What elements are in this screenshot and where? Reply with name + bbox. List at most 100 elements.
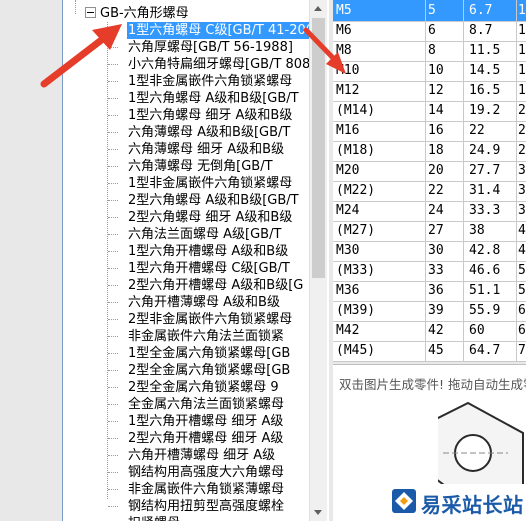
tree-item[interactable]: 非金属嵌件六角法兰面锁紧	[127, 328, 284, 345]
table-cell: 10	[518, 23, 526, 38]
table-row[interactable]: (M45)4564.770	[333, 340, 526, 362]
tree-item[interactable]: 1型六角螺母 C级[GB/T 41-2000]	[127, 22, 309, 39]
table-row[interactable]: M668.710	[333, 20, 526, 42]
table-cell: 33	[426, 260, 464, 281]
table-cell: 64.7	[464, 340, 517, 361]
tree-item[interactable]: 2型六角开槽螺母 A级和B级[G	[127, 277, 303, 294]
scroll-up-button[interactable]	[310, 0, 327, 17]
site-logo-icon	[392, 489, 416, 513]
table-row[interactable]: M8811.514	[333, 40, 526, 62]
table-row[interactable]: (M14)1419.222	[333, 100, 526, 122]
tree-guide-line	[108, 489, 118, 490]
table-row[interactable]: M121216.519	[333, 80, 526, 102]
table-cell: (M39)	[333, 300, 426, 321]
table-cell: 55	[518, 283, 526, 298]
table-row[interactable]: (M27)273841	[333, 220, 526, 242]
tree-item[interactable]: 2型非金属嵌件六角锁紧螺母	[127, 311, 292, 328]
tree-guide-line	[108, 98, 118, 99]
tree-node-gb-hex-nut[interactable]: GB-六角形螺母	[85, 5, 189, 22]
tree-guide-line	[108, 472, 118, 473]
tree-guide-line	[108, 387, 118, 388]
tree-item[interactable]: 非金属嵌件六角锁紧薄螺母	[127, 481, 284, 498]
tree-item[interactable]: 六角开槽薄螺母 细牙 A级	[127, 447, 275, 464]
table-row[interactable]: (M33)3346.650	[333, 260, 526, 282]
scroll-down-button[interactable]	[310, 504, 327, 521]
table-cell: 14	[518, 43, 526, 58]
table-row[interactable]: M363651.155	[333, 280, 526, 302]
tree-guide-line	[108, 268, 118, 269]
tree-item[interactable]: 六角薄螺母 细牙 A级和B级	[127, 141, 284, 158]
table-cell: 24	[518, 123, 526, 138]
tree-item[interactable]: 1型六角开槽螺母 C级[GB/T	[127, 260, 290, 277]
tree-guide-line	[108, 353, 118, 354]
table-row[interactable]: M16162224	[333, 120, 526, 142]
tree-item[interactable]: 1型非金属嵌件六角锁紧螺母	[127, 175, 292, 192]
tree-item[interactable]: 六角厚螺母[GB/T 56-1988]	[127, 39, 293, 56]
tree-item[interactable]: 1型全金属六角锁紧螺母[GB	[127, 345, 290, 362]
table-row[interactable]: M202027.730	[333, 160, 526, 182]
table-cell: 22	[426, 180, 464, 201]
tree-guide-line	[108, 81, 118, 82]
tree-guide-line	[108, 47, 118, 48]
table-cell: 10	[426, 60, 464, 81]
tree-item[interactable]: 六角法兰面螺母 A级[GB/T	[127, 226, 281, 243]
tree-item[interactable]: 1型六角开槽螺母 A级和B级	[127, 243, 288, 260]
tree-guide-line	[108, 421, 118, 422]
table-cell: (M18)	[333, 140, 426, 161]
table-row[interactable]: (M22)2231.434	[333, 180, 526, 202]
size-table: M556.710M668.710M8811.514M101014.517M121…	[333, 0, 526, 362]
table-cell: 36	[426, 280, 464, 301]
tree-guide-line	[108, 30, 118, 31]
tree-item[interactable]: 全金属六角法兰面锁紧螺母	[127, 396, 284, 413]
tree-guide-line	[108, 217, 118, 218]
scrollbar-thumb[interactable]	[312, 18, 325, 278]
tree-item[interactable]: 2型全金属六角锁紧螺母[GB	[127, 362, 290, 379]
table-cell: 46.6	[464, 260, 517, 281]
tree-guide-line	[108, 200, 118, 201]
table-row[interactable]: M42426065	[333, 320, 526, 342]
tree-guide-line	[108, 115, 118, 116]
table-cell: 12	[426, 80, 464, 101]
table-cell: 20	[426, 160, 464, 181]
table-cell: 19	[518, 83, 526, 98]
table-row[interactable]: M556.710	[333, 0, 526, 22]
tree-item[interactable]: 1型六角螺母 A级和B级[GB/T	[127, 90, 299, 107]
tree-item[interactable]: 六角开槽薄螺母 A级和B级	[127, 294, 280, 311]
collapse-icon[interactable]	[85, 7, 96, 18]
table-row[interactable]: (M18)1824.927	[333, 140, 526, 162]
table-cell: 16	[426, 120, 464, 141]
tree-item[interactable]: 1型六角螺母 细牙 A级和B级	[127, 107, 292, 124]
table-cell: 5	[426, 0, 464, 21]
tree-item[interactable]: 1型非金属嵌件六角锁紧螺母	[127, 73, 292, 90]
tree-item[interactable]: 2型六角螺母 A级和B级[GB/T	[127, 192, 299, 209]
tree-item[interactable]: 六角薄螺母 A级和B级[GB/T	[127, 124, 290, 141]
table-cell: 27	[518, 143, 526, 158]
table-row[interactable]: M303042.846	[333, 240, 526, 262]
table-cell: 8.7	[464, 20, 517, 41]
tree-item[interactable]: 小六角特扁细牙螺母[GB/T 808]	[127, 56, 309, 73]
table-cell: (M33)	[333, 260, 426, 281]
table-cell: 55.9	[464, 300, 517, 321]
tree-item[interactable]: 六角薄螺母 无倒角[GB/T	[127, 158, 273, 175]
table-row[interactable]: (M39)3955.960	[333, 300, 526, 322]
table-cell: 22	[518, 103, 526, 118]
table-cell: (M22)	[333, 180, 426, 201]
tree-vertical-scrollbar[interactable]	[309, 0, 327, 521]
tree-item[interactable]: 扣紧螺母	[127, 515, 180, 521]
tree-guide-line	[75, 0, 76, 14]
tree-item[interactable]: 2型六角螺母 细牙 A级和B级	[127, 209, 292, 226]
table-row[interactable]: M101014.517	[333, 60, 526, 82]
table-cell: (M14)	[333, 100, 426, 121]
tree-item[interactable]: 钢结构用高强度大六角螺母	[127, 464, 284, 481]
table-cell: M16	[333, 120, 426, 141]
tree-item[interactable]: 钢结构用扭剪型高强度螺栓	[127, 498, 284, 515]
app-window: GB-六角形螺母 1型六角螺母 C级[GB/T 41-2000] 六角厚螺母[GB…	[0, 0, 526, 522]
table-cell: 30	[518, 163, 526, 178]
table-cell: M42	[333, 320, 426, 341]
table-cell: 33.3	[464, 200, 517, 221]
tree-item[interactable]: 2型六角开槽螺母 细牙 A级	[127, 430, 283, 447]
table-row[interactable]: M242433.336	[333, 200, 526, 222]
tree-item[interactable]: 1型六角开槽螺母 细牙 A级	[127, 413, 283, 430]
table-cell: M30	[333, 240, 426, 261]
tree-item[interactable]: 2型全金属六角锁紧螺母 9	[127, 379, 279, 396]
